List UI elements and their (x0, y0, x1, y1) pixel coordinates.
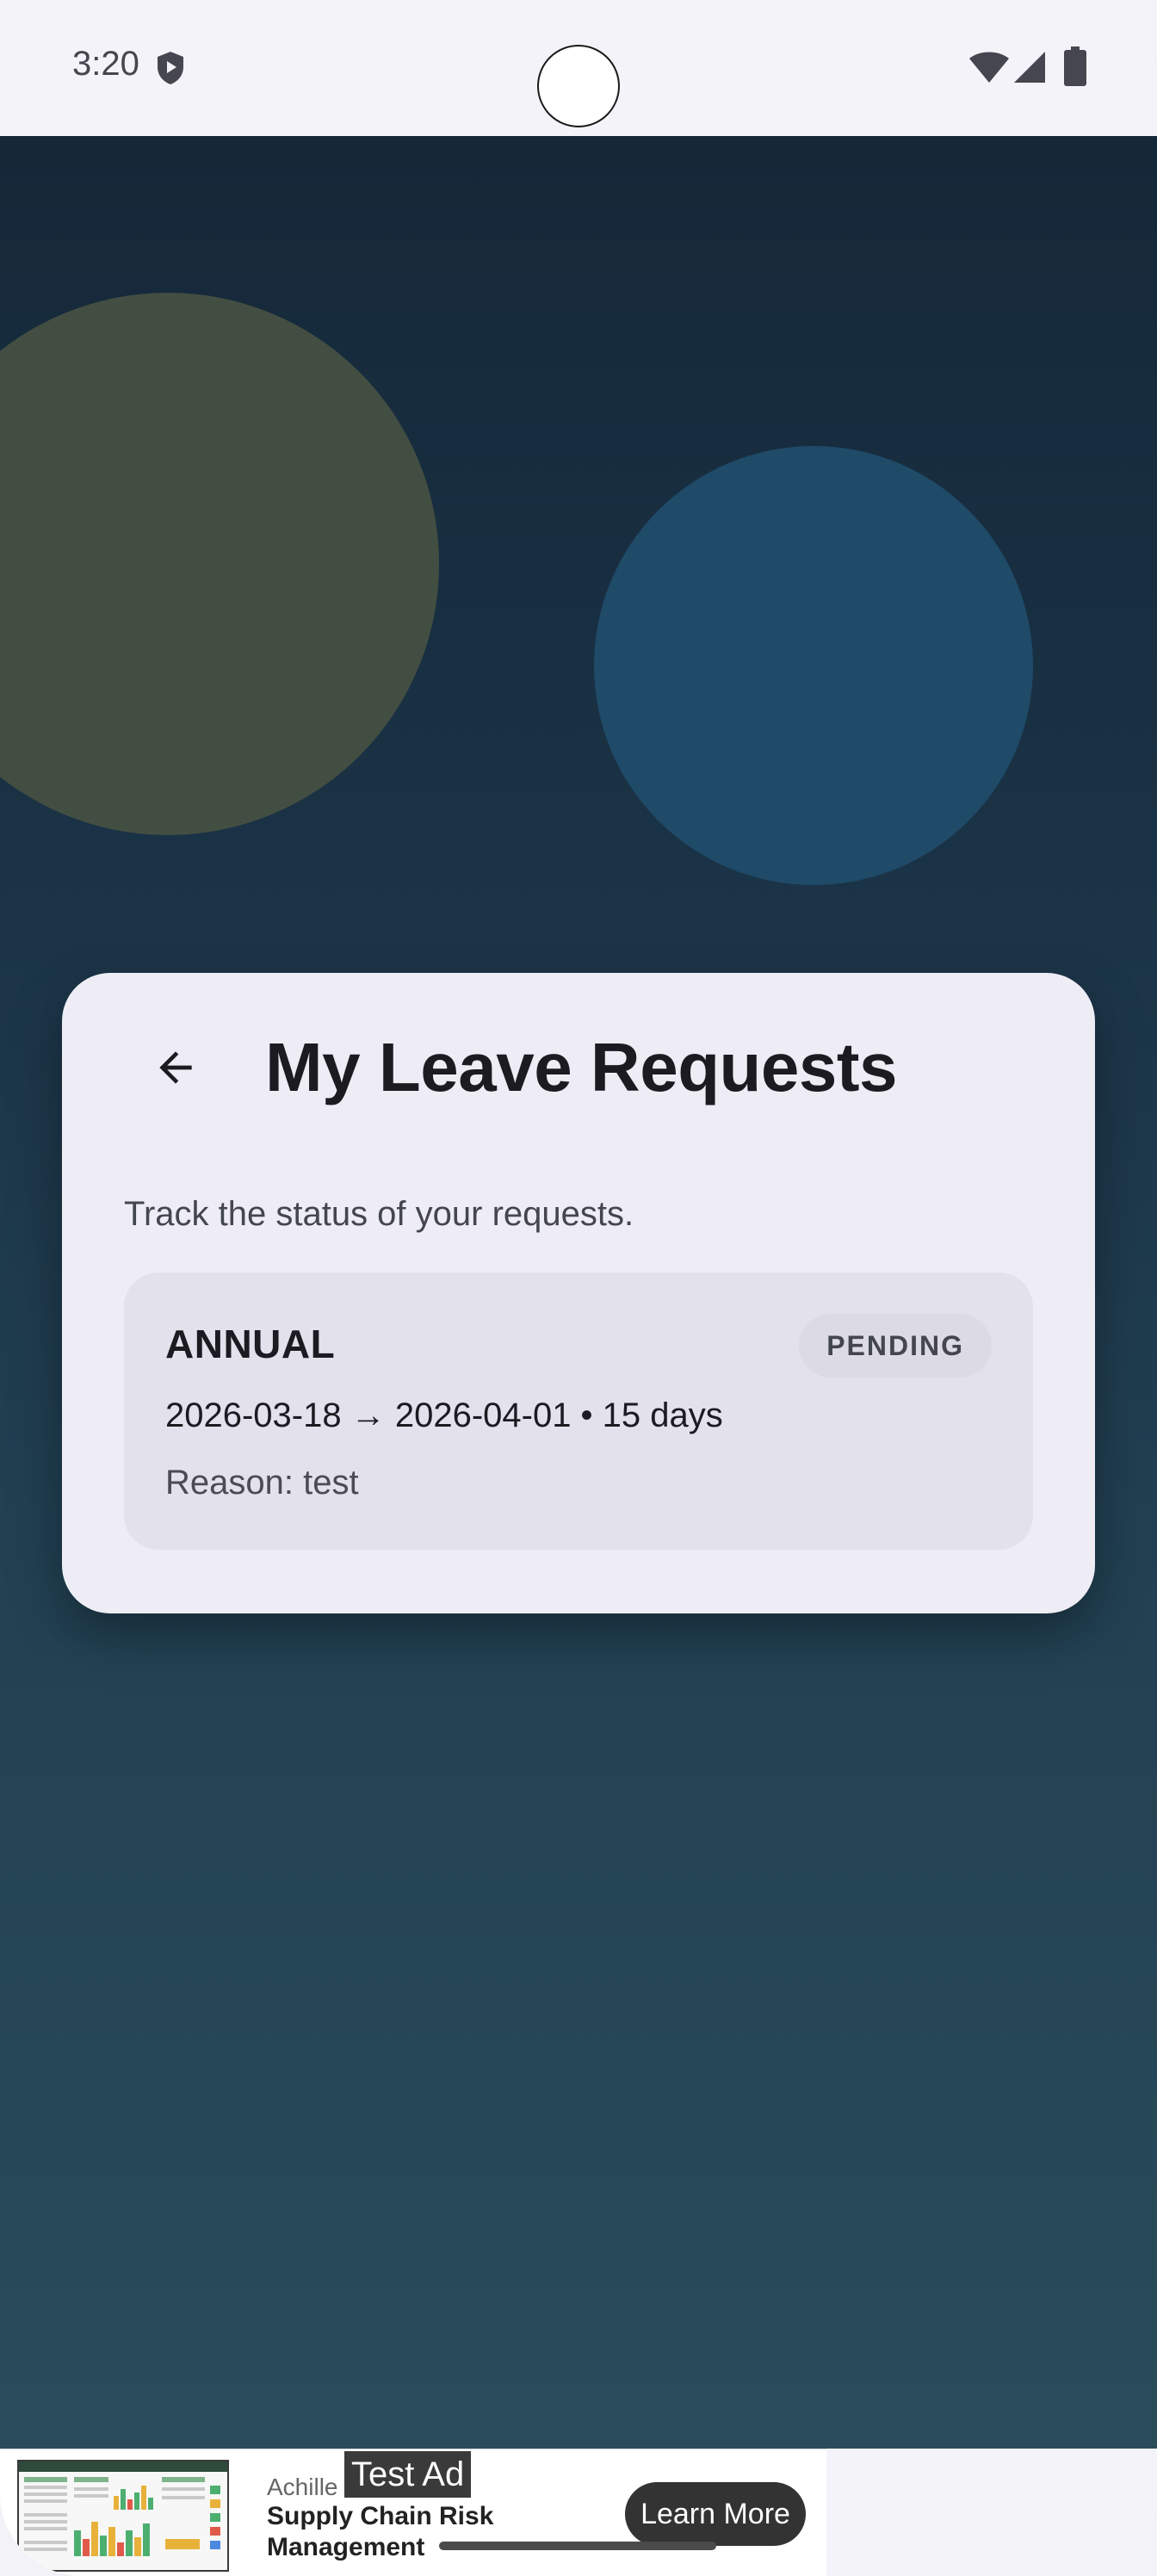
phone-screen: 3:20 My Leave Requests Track the status … (0, 0, 1157, 2576)
leave-request-item[interactable]: ANNUAL PENDING 2026-03-18 → 2026-04-01 •… (124, 1273, 1033, 1550)
ad-test-tag: Test Ad (344, 2451, 472, 2498)
battery-icon (1064, 46, 1086, 86)
decorative-circle-blue (594, 446, 1033, 885)
shield-icon (158, 52, 183, 84)
ad-learn-more-button[interactable]: Learn More (625, 2482, 806, 2546)
gesture-nav-bar[interactable] (439, 2542, 716, 2550)
status-bar: 3:20 (0, 0, 1157, 136)
page-title: My Leave Requests (265, 1029, 898, 1105)
ad-banner[interactable]: Achille Test Ad Supply Chain Risk Manage… (0, 2449, 826, 2576)
status-badge: PENDING (799, 1314, 992, 1378)
leave-type: ANNUAL (165, 1322, 336, 1366)
signal-icon (1014, 52, 1045, 83)
dashboard-thumbnail-icon (19, 2461, 227, 2567)
leave-requests-card: My Leave Requests Track the status of yo… (62, 973, 1095, 1613)
arrow-back-icon (159, 1051, 192, 1084)
leave-reason: Reason: test (165, 1464, 359, 1502)
wifi-icon (969, 52, 1009, 83)
ad-side-fill (826, 2449, 1157, 2576)
camera-cutout (537, 45, 620, 127)
back-button[interactable] (124, 1016, 227, 1119)
page-subtitle: Track the status of your requests. (124, 1195, 634, 1233)
ad-advertiser: Achille (267, 2474, 338, 2500)
leave-dates: 2026-03-18 → 2026-04-01 • 15 days (165, 1396, 723, 1434)
header-row: My Leave Requests (124, 1007, 1045, 1128)
ad-thumbnail-image[interactable] (17, 2460, 229, 2572)
decorative-circle-olive (0, 293, 439, 835)
ad-headline[interactable]: Supply Chain Risk Management (267, 2501, 525, 2563)
status-time: 3:20 (72, 45, 139, 83)
